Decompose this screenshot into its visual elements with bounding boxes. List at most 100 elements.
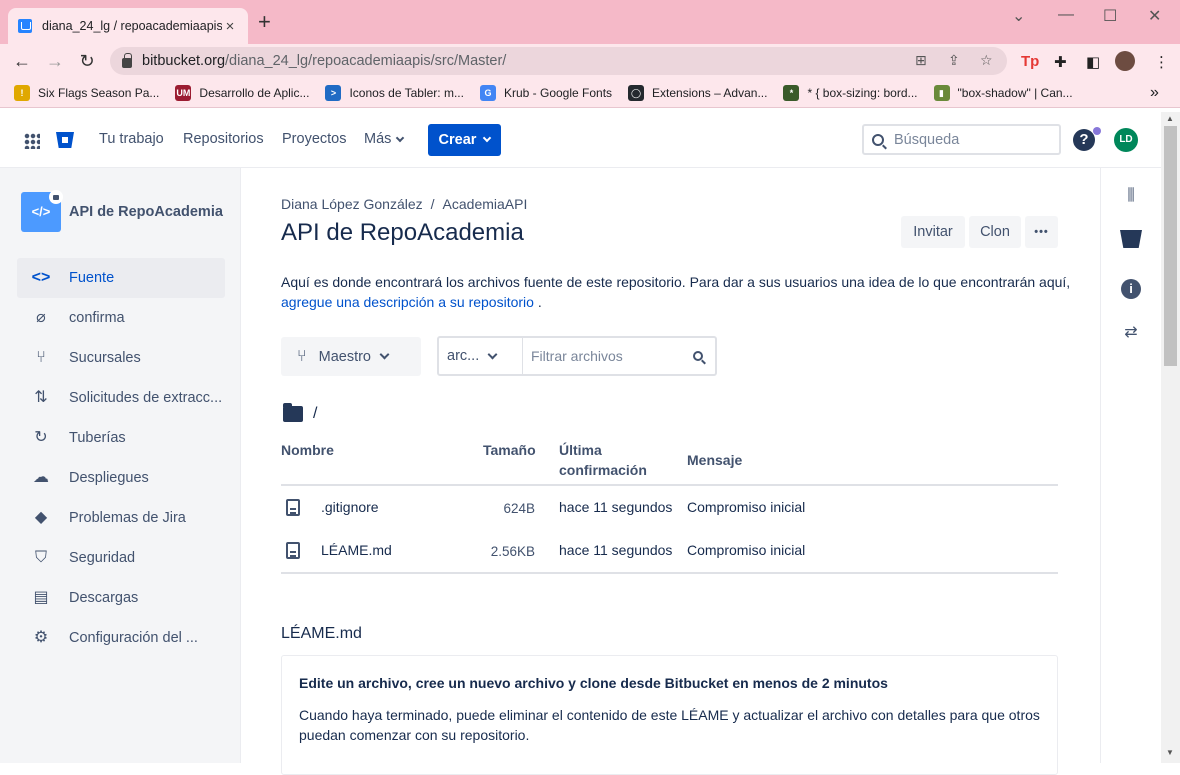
bookmarks-overflow-icon[interactable]: » (1150, 84, 1159, 102)
bookmark-favicon-icon: > (325, 84, 342, 101)
profile-avatar-icon[interactable] (1115, 51, 1135, 71)
help-icon[interactable]: ? (1073, 129, 1095, 151)
scroll-up-icon[interactable]: ▲ (1166, 114, 1174, 123)
side-panel-icon[interactable]: ◧ (1086, 53, 1100, 71)
filter-type-select[interactable]: arc... (439, 338, 523, 374)
user-avatar[interactable]: LD (1114, 128, 1138, 152)
tab-search-icon[interactable]: ⌄ (1012, 6, 1025, 26)
bookmark-item[interactable]: ! Six Flags Season Pa... (14, 84, 159, 101)
breadcrumb-project[interactable]: AcademiaAPI (443, 196, 528, 212)
sidebar-item[interactable]: ⚙ Configuración del ... (17, 618, 225, 658)
search-icon (693, 351, 703, 361)
create-button[interactable]: Crear (428, 124, 501, 156)
nav-repositories[interactable]: Repositorios (183, 131, 264, 147)
filter-files-input[interactable]: Filtrar archivos (523, 348, 693, 364)
file-filter: arc... Filtrar archivos (437, 336, 717, 376)
pipelines-icon: ↻ (34, 429, 48, 446)
breadcrumb: Diana López González / AcademiaAPI (281, 196, 527, 212)
bookmark-star-icon[interactable]: ☆ (980, 52, 993, 69)
bookmark-favicon-icon: G (479, 84, 496, 101)
scroll-thumb[interactable] (1164, 126, 1177, 366)
url-bar[interactable]: bitbucket.org/diana_24_lg/repoacademiaap… (110, 47, 1007, 75)
forward-icon[interactable]: → (43, 50, 67, 72)
sidebar-item[interactable]: ⌀ confirma (17, 298, 225, 338)
bitbucket-rail-icon[interactable] (1120, 230, 1142, 248)
bookmark-item[interactable]: > Iconos de Tabler: m... (325, 84, 464, 101)
table-row[interactable]: LÉAME.md 2.56KB hace 11 segundos Compromiso… (281, 530, 1058, 572)
bitbucket-logo-icon[interactable] (56, 132, 74, 148)
back-icon[interactable]: ← (10, 50, 34, 72)
file-message: Compromiso inicial (687, 542, 806, 558)
sidebar-item[interactable]: ▤ Descargas (17, 578, 225, 618)
bookmark-favicon-icon: ◯ (628, 84, 645, 101)
breadcrumb-owner[interactable]: Diana López González (281, 196, 423, 212)
extensions-puzzle-icon[interactable]: ✚ (1054, 53, 1067, 71)
branch-selector[interactable]: ⑂ Maestro (281, 337, 421, 376)
split-view-icon[interactable]: ⫼ (1120, 185, 1142, 207)
create-label: Crear (438, 132, 477, 148)
column-last-commit-line1: Última (559, 442, 602, 458)
browser-tab[interactable]: diana_24_lg / repoacademiaapis × (8, 8, 248, 44)
share-icon[interactable]: ⇪ (948, 52, 960, 69)
more-actions-button[interactable]: ••• (1025, 216, 1058, 248)
readme-heading: Edite un archivo, cree un nuevo archivo … (299, 675, 888, 691)
scroll-down-icon[interactable]: ▼ (1166, 748, 1174, 757)
reload-icon[interactable]: ↻ (75, 50, 99, 72)
branch-icon: ⑂ (36, 349, 46, 366)
file-size: 2.56KB (490, 544, 535, 559)
sidebar-item[interactable]: ⇅ Solicitudes de extracc... (17, 378, 225, 418)
bookmark-item[interactable]: * * { box-sizing: bord... (783, 84, 918, 101)
column-message[interactable]: Mensaje (687, 450, 742, 470)
tab-close-icon[interactable]: × (222, 18, 238, 35)
bitbucket-top-nav: Tu trabajo Repositorios Proyectos Más Cr… (0, 112, 1180, 168)
sidebar-repo-name[interactable]: API de RepoAcademia (69, 204, 223, 220)
url-host: bitbucket.org (142, 53, 226, 69)
column-size[interactable]: Tamaño (483, 440, 536, 460)
table-bottom-divider (281, 572, 1058, 574)
add-description-link[interactable]: agregue una descripción a su repositorio (281, 294, 534, 310)
sidebar-item[interactable]: <> Fuente (17, 258, 225, 298)
minimize-icon[interactable]: — (1058, 6, 1074, 24)
file-name[interactable]: LÉAME.md (321, 542, 392, 558)
bookmark-item[interactable]: ▮ "box-shadow" | Can... (933, 84, 1073, 101)
nav-your-work[interactable]: Tu trabajo (99, 131, 164, 147)
sidebar-item[interactable]: ◆ Problemas de Jira (17, 498, 225, 538)
sidebar-item[interactable]: ⛉ Seguridad (17, 538, 225, 578)
nav-projects[interactable]: Proyectos (282, 131, 346, 147)
new-tab-button[interactable]: + (258, 11, 271, 33)
bookmark-item[interactable]: UM Desarrollo de Aplic... (175, 84, 309, 101)
repo-sidebar: </> API de RepoAcademia <> Fuente ⌀ confirm… (0, 168, 241, 763)
column-last-commit-line2: confirmación (559, 462, 647, 478)
file-icon (286, 542, 300, 559)
translate-icon[interactable]: ⊞ (915, 52, 927, 69)
bookmark-favicon-icon: ▮ (933, 84, 950, 101)
extension-tp-icon[interactable]: Tp (1021, 53, 1039, 70)
browser-menu-icon[interactable]: ⋮ (1154, 53, 1169, 71)
bookmark-item[interactable]: ◯ Extensions – Advan... (628, 84, 767, 101)
column-name[interactable]: Nombre (281, 440, 334, 460)
column-last-commit[interactable]: Última confirmación (559, 440, 647, 480)
sidebar-item[interactable]: ↻ Tuberías (17, 418, 225, 458)
address-toolbar: ← → ↻ bitbucket.org/diana_24_lg/repoacad… (0, 44, 1180, 78)
search-input[interactable]: Búsqueda (862, 124, 1061, 155)
clone-button[interactable]: Clon (969, 216, 1021, 248)
close-window-icon[interactable]: ✕ (1148, 6, 1161, 26)
sidebar-item[interactable]: ⑂ Sucursales (17, 338, 225, 378)
chevron-down-icon (487, 349, 498, 359)
readme-paragraph: Cuando haya terminado, puede eliminar el… (299, 707, 1040, 743)
file-name[interactable]: .gitignore (321, 499, 379, 515)
bookmark-item[interactable]: G Krub - Google Fonts (479, 84, 612, 101)
invite-button[interactable]: Invitar (901, 216, 965, 248)
sync-icon[interactable]: ⇄ (1120, 322, 1142, 344)
table-row[interactable]: .gitignore 624B hace 11 segundos Compromiso… (281, 487, 1058, 529)
filter-type-label: arc... (447, 348, 480, 364)
nav-more[interactable]: Más (364, 131, 405, 147)
info-icon[interactable]: i (1121, 279, 1141, 299)
sidebar-item[interactable]: ☁ Despliegues (17, 458, 225, 498)
maximize-icon[interactable]: ☐ (1103, 6, 1117, 26)
app-switcher-icon[interactable] (24, 133, 40, 149)
notification-dot (1093, 127, 1101, 135)
page-title: API de RepoAcademia (281, 219, 524, 246)
file-message: Compromiso inicial (687, 499, 806, 515)
page-scrollbar[interactable]: ▲ ▼ (1161, 112, 1180, 763)
